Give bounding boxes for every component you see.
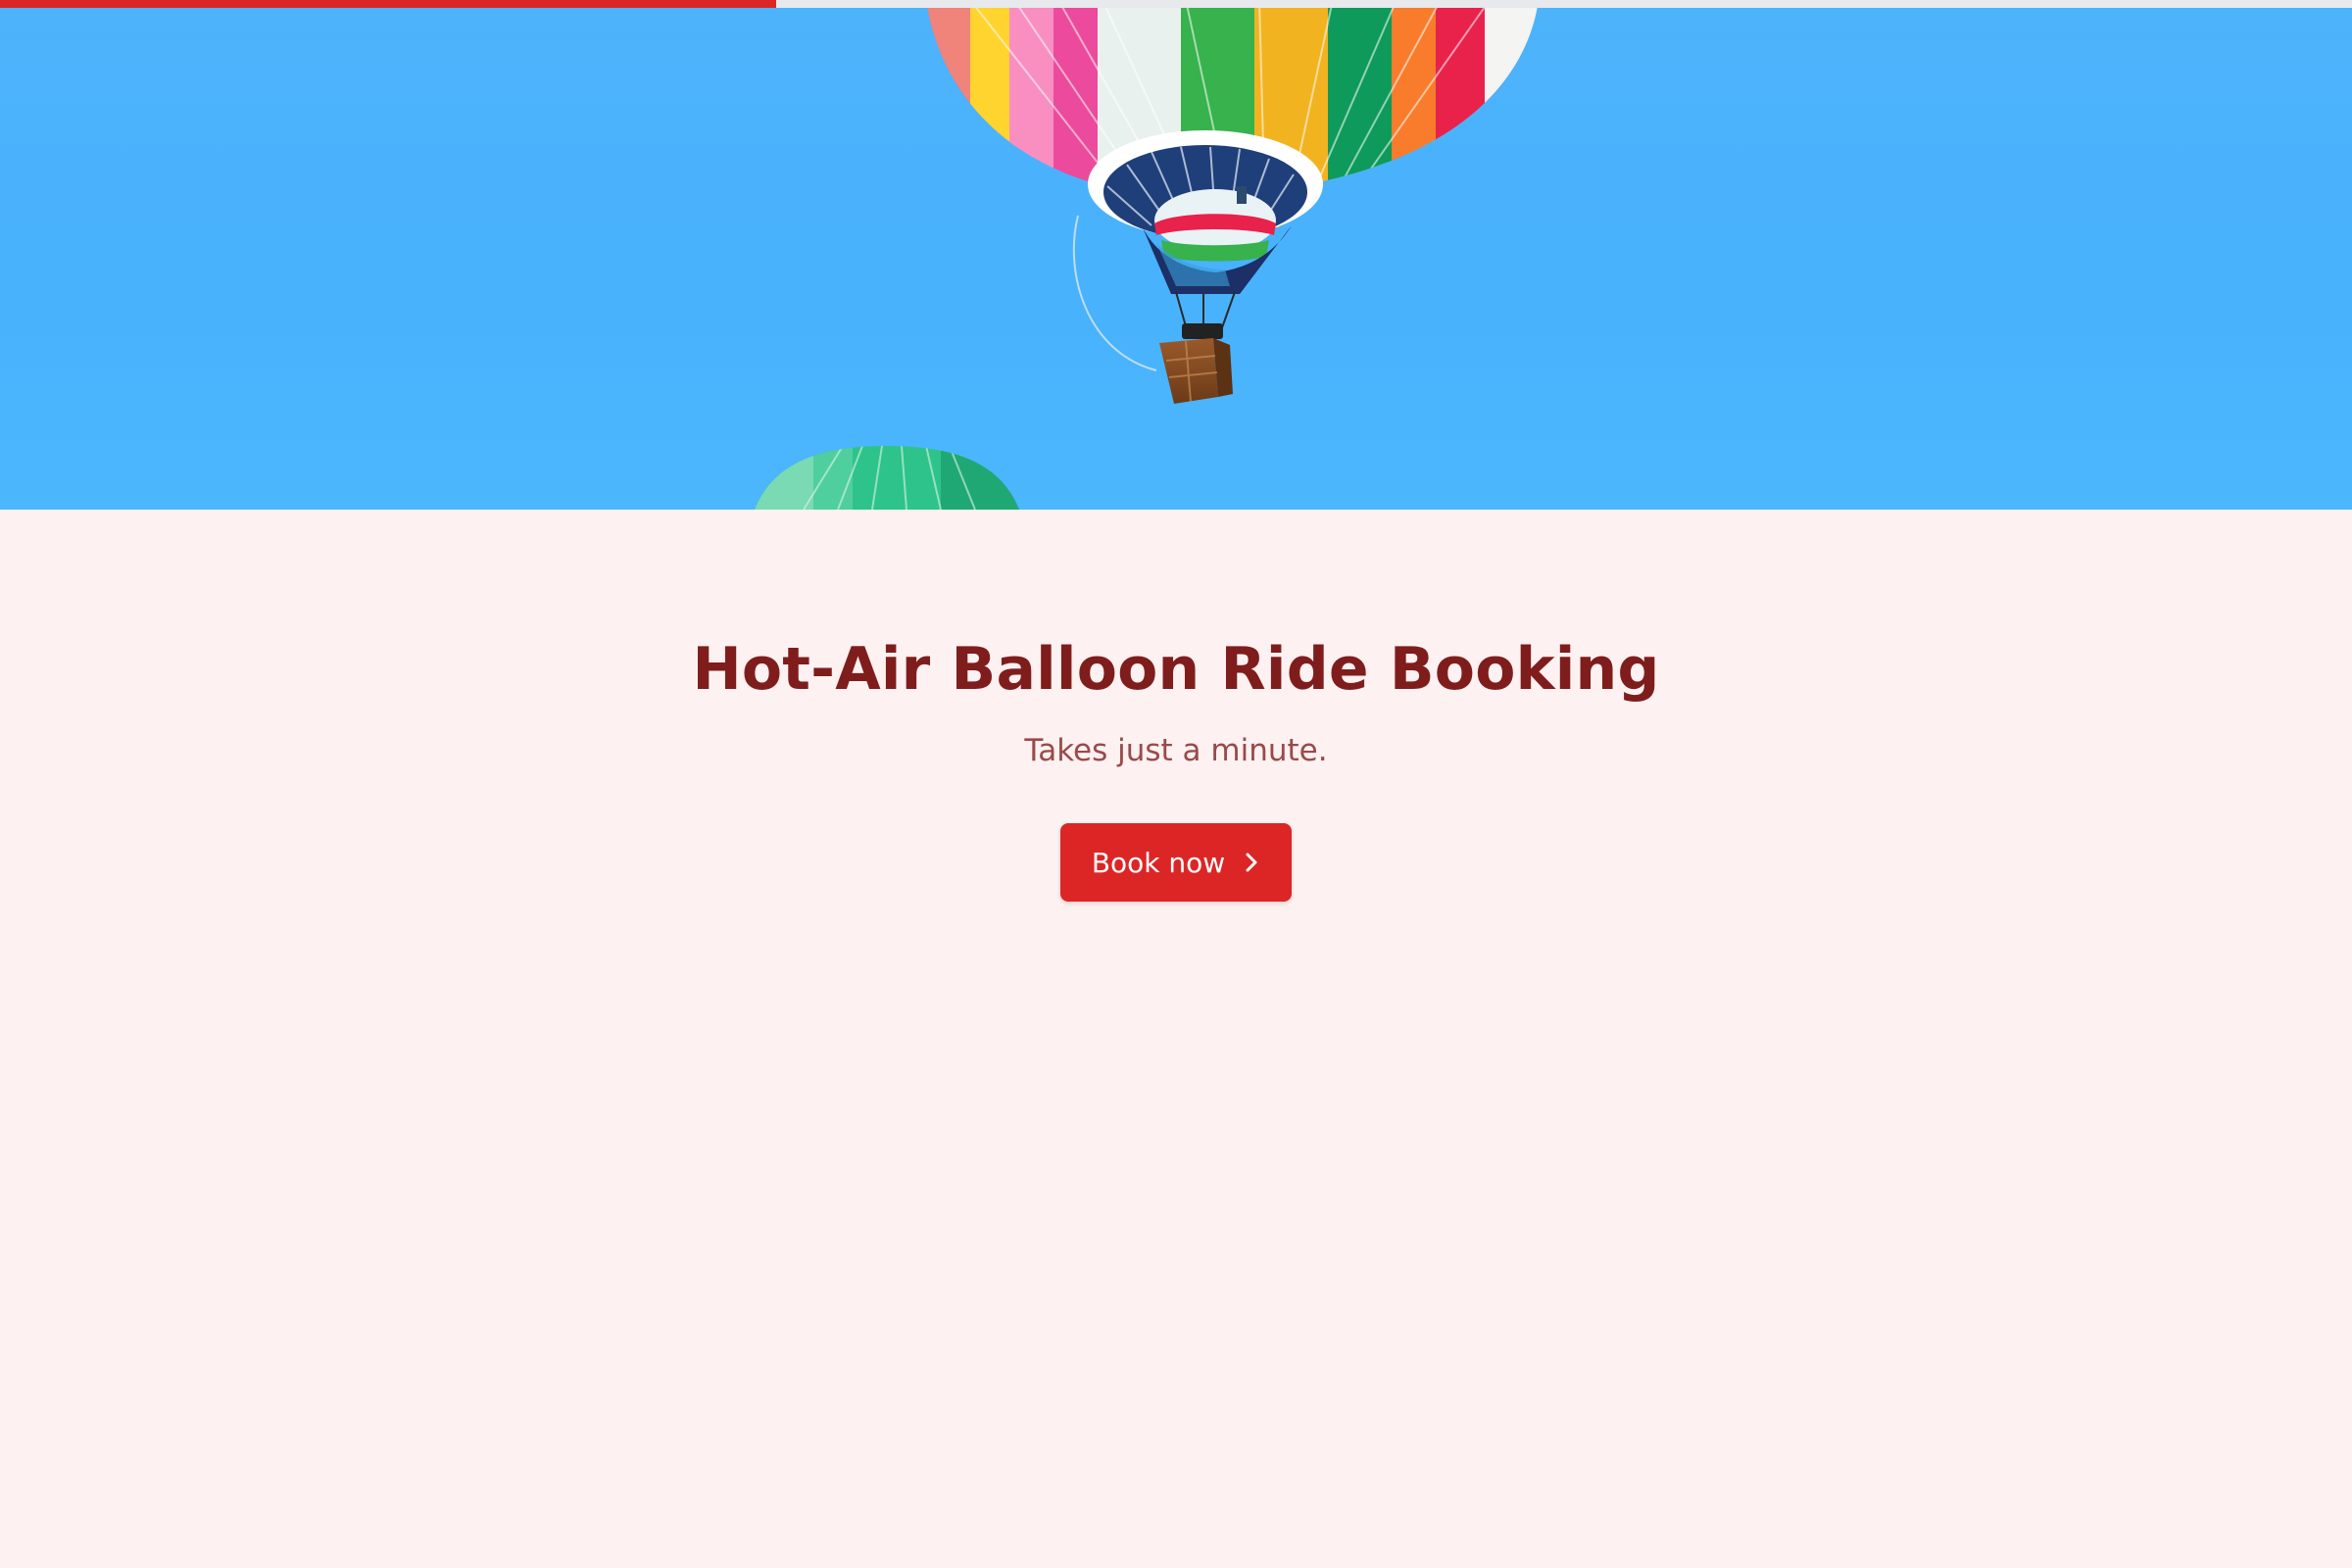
page-subtitle: Takes just a minute. — [1024, 733, 1328, 768]
balloon-basket — [1159, 338, 1233, 404]
hero-image — [0, 0, 2352, 510]
progress-bar-fill — [0, 0, 776, 8]
progress-bar — [0, 0, 2352, 8]
book-now-button[interactable]: Book now — [1060, 823, 1292, 902]
main-content: Hot-Air Balloon Ride Booking Takes just … — [0, 510, 2352, 1568]
chevron-right-icon — [1243, 851, 1260, 874]
page-title: Hot-Air Balloon Ride Booking — [692, 635, 1660, 704]
hot-air-balloons-photo — [755, 0, 1539, 510]
second-balloon — [755, 446, 1019, 510]
book-now-label: Book now — [1091, 846, 1226, 879]
